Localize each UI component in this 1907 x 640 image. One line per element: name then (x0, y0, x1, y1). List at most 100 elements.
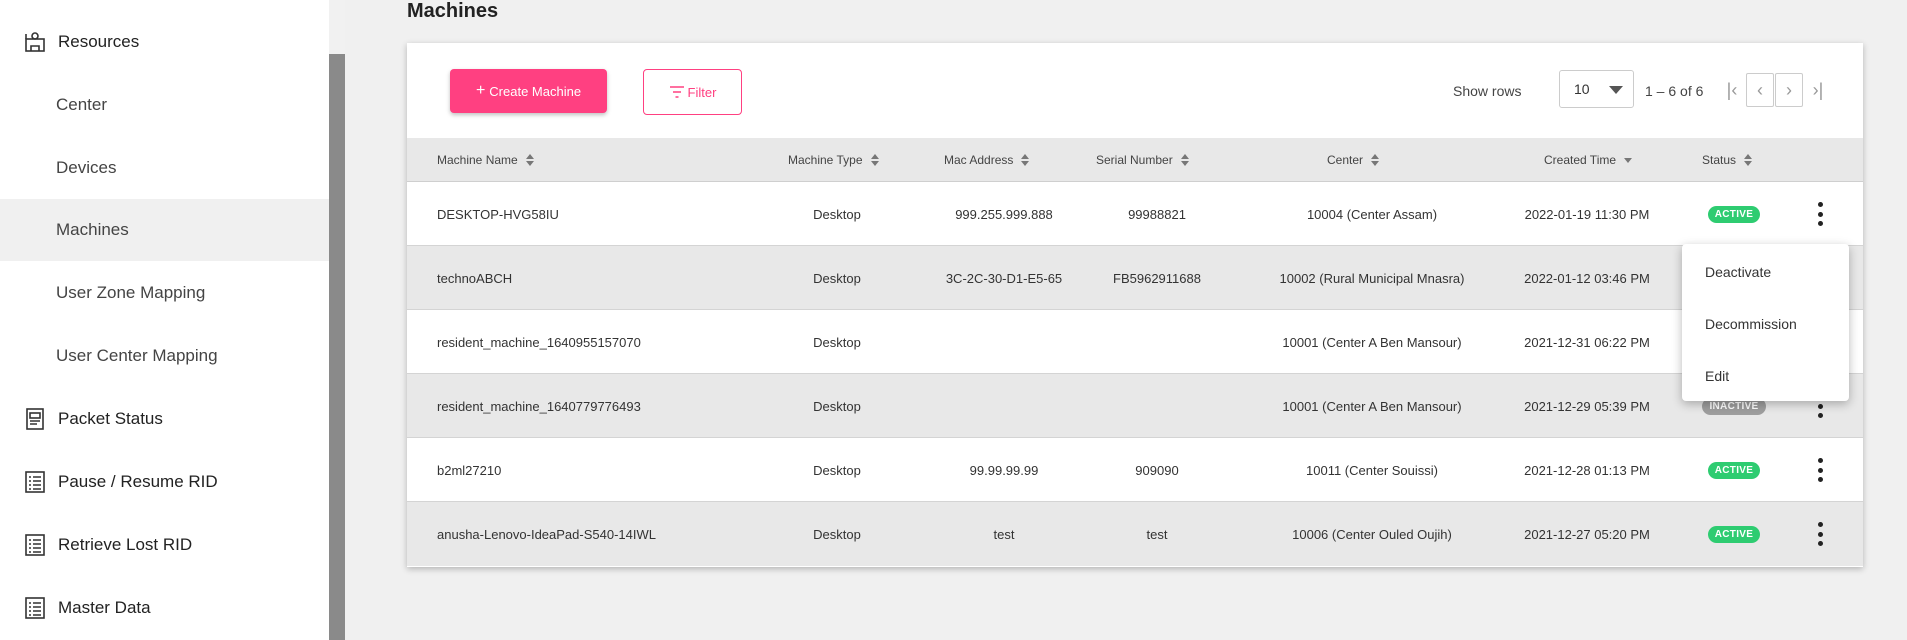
filter-button[interactable]: Filter (643, 69, 742, 115)
nav-user-center-mapping[interactable]: User Center Mapping (0, 325, 329, 387)
cell-status: ACTIVE (1679, 502, 1789, 566)
cell-machine-name: resident_machine_1640779776493 (437, 398, 641, 414)
sidebar: Resources Center Devices Machines User Z… (0, 0, 345, 640)
nav-label: Packet Status (58, 409, 163, 428)
cell-machine-name: resident_machine_1640955157070 (437, 334, 641, 350)
menu-item-decommission[interactable]: Decommission (1682, 298, 1849, 350)
nav-retrieve-lost-rid[interactable]: Retrieve Lost RID (0, 514, 329, 576)
header-machine-type[interactable]: Machine Type (788, 138, 879, 182)
nav-devices[interactable]: Devices (0, 137, 329, 199)
sort-desc-icon (1624, 154, 1633, 166)
nav-center[interactable]: Center (0, 74, 329, 136)
cell-mac-address: 3C-2C-30-D1-E5-65 (945, 270, 1063, 286)
nav-resources[interactable]: Resources (0, 11, 329, 73)
nav-user-zone-mapping[interactable]: User Zone Mapping (0, 262, 329, 324)
header-status[interactable]: Status (1702, 138, 1753, 182)
cell-machine-type: Desktop (813, 398, 861, 414)
last-page-icon[interactable]: ›| (1804, 73, 1832, 107)
cell-machine-type: Desktop (813, 270, 861, 286)
more-vert-icon[interactable] (1814, 202, 1826, 226)
packet-icon (22, 406, 48, 432)
header-serial-number[interactable]: Serial Number (1096, 138, 1189, 182)
table-row[interactable]: resident_machine_1640955157070 Desktop 1… (407, 310, 1863, 374)
menu-item-edit[interactable]: Edit (1682, 350, 1849, 402)
header-label: Serial Number (1096, 153, 1173, 167)
nav-label: Master Data (58, 598, 151, 617)
header-center[interactable]: Center (1327, 138, 1380, 182)
sidebar-scrollbar-thumb[interactable] (329, 54, 345, 640)
table-row[interactable]: technoABCH Desktop 3C-2C-30-D1-E5-65 FB5… (407, 246, 1863, 310)
nav-packet-status[interactable]: Packet Status (0, 388, 329, 450)
header-machine-name[interactable]: Machine Name (437, 138, 534, 182)
cell-center: 10001 (Center A Ben Mansour) (1282, 398, 1462, 414)
resources-icon (22, 29, 48, 55)
sort-icon (1021, 154, 1030, 166)
cell-created-time: 2022-01-19 11:30 PM (1524, 206, 1650, 222)
first-page-icon[interactable]: |‹ (1718, 73, 1746, 107)
cell-machine-name: technoABCH (437, 270, 513, 286)
list-icon (22, 532, 48, 558)
header-created-time[interactable]: Created Time (1544, 138, 1633, 182)
sort-icon (1371, 154, 1380, 166)
cell-machine-name: b2ml27210 (437, 462, 502, 478)
filter-icon (669, 86, 684, 98)
sort-icon (870, 154, 879, 166)
status-badge: ACTIVE (1707, 461, 1761, 479)
header-mac-address[interactable]: Mac Address (944, 138, 1030, 182)
cell-machine-type: Desktop (813, 334, 861, 350)
cell-serial-number: 909090 (1135, 462, 1179, 478)
rows-per-page-value: 10 (1574, 81, 1590, 97)
cell-center: 10004 (Center Assam) (1306, 206, 1438, 222)
cell-machine-type: Desktop (813, 462, 861, 478)
more-vert-icon[interactable] (1814, 458, 1826, 482)
cell-mac-address: 99.99.99.99 (969, 462, 1039, 478)
sort-icon (525, 154, 534, 166)
next-page-icon[interactable]: › (1775, 73, 1803, 107)
list-icon (22, 595, 48, 621)
nav-label: Resources (58, 32, 140, 51)
nav-label: User Zone Mapping (56, 283, 206, 302)
row-actions-menu: Deactivate Decommission Edit (1682, 244, 1849, 401)
header-label: Mac Address (944, 153, 1014, 167)
cell-center: 10002 (Rural Municipal Mnasra) (1279, 270, 1465, 286)
cell-created-time: 2021-12-31 06:22 PM (1524, 334, 1650, 350)
table-row[interactable]: resident_machine_1640779776493 Desktop 1… (407, 374, 1863, 438)
plus-icon: + (475, 82, 486, 99)
more-vert-icon[interactable] (1814, 522, 1826, 546)
cell-mac-address: 999.255.999.888 (955, 206, 1053, 222)
nav-machines[interactable]: Machines (0, 199, 335, 261)
table-row[interactable]: anusha-Lenovo-IdeaPad-S540-14IWL Desktop… (407, 502, 1863, 566)
sort-icon (1744, 154, 1753, 166)
caret-down-icon (1609, 86, 1623, 94)
cell-created-time: 2021-12-29 05:39 PM (1524, 398, 1650, 414)
prev-page-icon[interactable]: ‹ (1746, 73, 1774, 107)
cell-created-time: 2021-12-27 05:20 PM (1524, 526, 1650, 542)
cell-status: ACTIVE (1679, 438, 1789, 502)
header-label: Machine Name (437, 153, 518, 167)
list-icon (22, 469, 48, 495)
machines-card: + Create Machine Filter Show rows 10 1 –… (407, 43, 1863, 567)
table-row[interactable]: b2ml27210 Desktop 99.99.99.99 909090 100… (407, 438, 1863, 502)
cell-center: 10001 (Center A Ben Mansour) (1282, 334, 1462, 350)
cell-status: ACTIVE (1679, 182, 1789, 246)
cell-created-time: 2021-12-28 01:13 PM (1524, 462, 1650, 478)
nav-label: User Center Mapping (56, 346, 218, 365)
cell-machine-name: DESKTOP-HVG58IU (437, 206, 559, 222)
status-badge: ACTIVE (1707, 525, 1761, 543)
cell-serial-number: FB5962911688 (1113, 270, 1201, 286)
menu-item-deactivate[interactable]: Deactivate (1682, 246, 1849, 298)
nav-pause-resume-rid[interactable]: Pause / Resume RID (0, 451, 329, 513)
nav-label: Pause / Resume RID (58, 472, 218, 491)
create-machine-button[interactable]: + Create Machine (450, 69, 607, 113)
table-row[interactable]: DESKTOP-HVG58IU Desktop 999.255.999.888 … (407, 182, 1863, 246)
create-machine-label: Create Machine (489, 83, 582, 99)
page-title: Machines (407, 0, 499, 22)
rows-per-page-select[interactable]: 10 (1559, 70, 1634, 108)
header-label: Status (1702, 153, 1737, 167)
cell-machine-type: Desktop (813, 526, 861, 542)
table-header: Machine Name Machine Type Mac Address Se… (407, 138, 1863, 182)
cell-center: 10011 (Center Souissi) (1306, 462, 1438, 478)
cell-serial-number: test (1146, 526, 1168, 542)
nav-master-data[interactable]: Master Data (0, 577, 329, 639)
show-rows-label: Show rows (1453, 83, 1522, 99)
